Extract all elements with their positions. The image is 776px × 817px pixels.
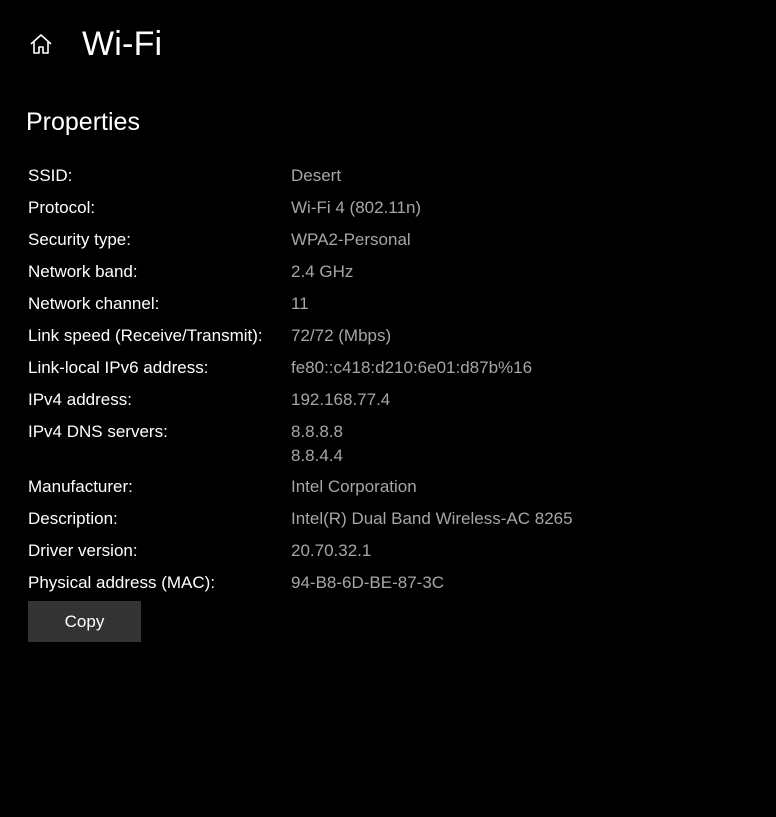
properties-list: SSID: Desert Protocol: Wi-Fi 4 (802.11n) Sec… (28, 164, 728, 603)
property-label: SSID: (28, 166, 73, 185)
property-label: IPv4 address: (28, 390, 132, 409)
property-row: IPv4 DNS servers: 8.8.8.8 8.8.4.4 (28, 420, 728, 475)
property-value-line: Desert (291, 166, 342, 185)
property-value-line: 8.8.8.8 (291, 422, 343, 441)
property-row: Manufacturer: Intel Corporation (28, 475, 728, 507)
property-label: Driver version: (28, 541, 138, 560)
property-row: Network band: 2.4 GHz (28, 260, 728, 292)
copy-button[interactable]: Copy (28, 601, 141, 642)
property-value-line: 72/72 (Mbps) (291, 326, 392, 345)
property-value-line: 94-B8-6D-BE-87-3C (291, 573, 445, 592)
section-title: Properties (26, 108, 140, 136)
property-row: Physical address (MAC): 94-B8-6D-BE-87-3C (28, 571, 728, 603)
property-row: IPv4 address: 192.168.77.4 (28, 388, 728, 420)
property-value: 11 (291, 292, 309, 316)
property-label: Description: (28, 509, 118, 528)
property-value: 94-B8-6D-BE-87-3C (291, 571, 444, 595)
property-value-line: Intel Corporation (291, 477, 417, 496)
property-value-line: 11 (291, 294, 309, 313)
property-label: Network channel: (28, 294, 160, 313)
property-label: Link-local IPv6 address: (28, 358, 209, 377)
property-value-line: 8.8.4.4 (291, 446, 343, 465)
property-value: 2.4 GHz (291, 260, 353, 284)
property-row: Link-local IPv6 address: fe80::c418:d210:… (28, 356, 728, 388)
property-row: Security type: WPA2-Personal (28, 228, 728, 260)
property-value: 8.8.8.8 8.8.4.4 (291, 420, 343, 468)
property-label: Link speed (Receive/Transmit): (28, 326, 263, 345)
property-row: Protocol: Wi-Fi 4 (802.11n) (28, 196, 728, 228)
property-row: SSID: Desert (28, 164, 728, 196)
property-value: 72/72 (Mbps) (291, 324, 391, 348)
property-value: WPA2-Personal (291, 228, 411, 252)
property-value-line: Wi-Fi 4 (802.11n) (291, 198, 422, 217)
property-value-line: fe80::c418:d210:6e01:d87b%16 (291, 358, 533, 377)
property-label: IPv4 DNS servers: (28, 422, 168, 441)
property-label: Protocol: (28, 198, 96, 217)
property-row: Link speed (Receive/Transmit): 72/72 (Mbp… (28, 324, 728, 356)
property-value: Intel(R) Dual Band Wireless-AC 8265 (291, 507, 573, 531)
property-label: Network band: (28, 262, 138, 281)
property-value: 20.70.32.1 (291, 539, 371, 563)
property-value-line: 20.70.32.1 (291, 541, 372, 560)
property-label: Manufacturer: (28, 477, 133, 496)
home-icon[interactable] (28, 31, 54, 57)
property-row: Network channel: 11 (28, 292, 728, 324)
property-value: 192.168.77.4 (291, 388, 390, 412)
property-label: Physical address (MAC): (28, 573, 216, 592)
property-value: fe80::c418:d210:6e01:d87b%16 (291, 356, 532, 380)
property-value: Desert (291, 164, 341, 188)
property-value-line: 2.4 GHz (291, 262, 354, 281)
property-value-line: Intel(R) Dual Band Wireless-AC 8265 (291, 509, 573, 528)
property-label: Security type: (28, 230, 131, 249)
page-title: Wi-Fi (82, 24, 163, 63)
property-value-line: WPA2-Personal (291, 230, 411, 249)
property-value: Intel Corporation (291, 475, 417, 499)
page-header: Wi-Fi (28, 24, 162, 64)
property-row: Description: Intel(R) Dual Band Wireless-… (28, 507, 728, 539)
property-row: Driver version: 20.70.32.1 (28, 539, 728, 571)
property-value: Wi-Fi 4 (802.11n) (291, 196, 421, 220)
property-value-line: 192.168.77.4 (291, 390, 391, 409)
